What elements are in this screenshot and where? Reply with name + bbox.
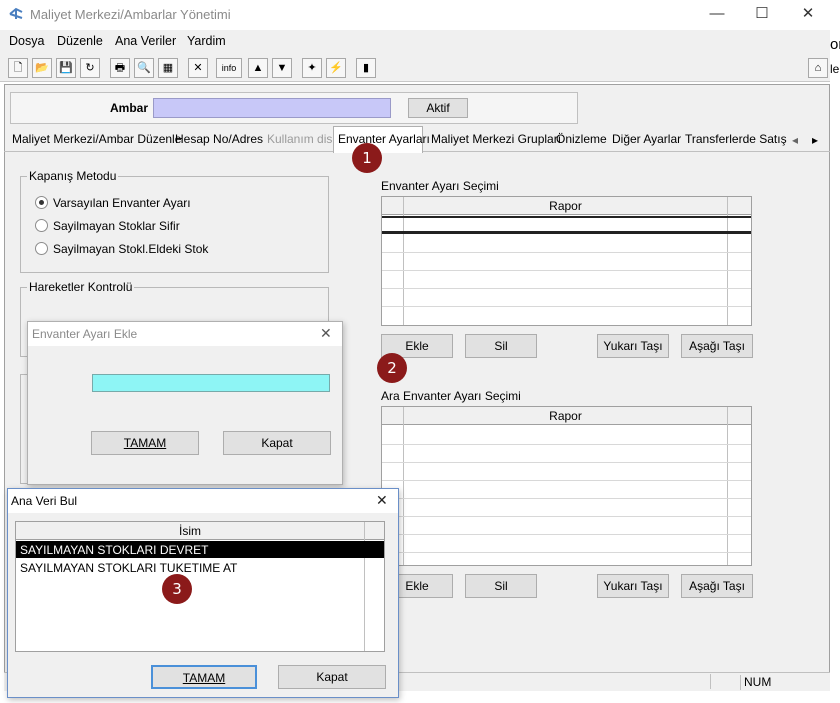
envanter-ayari-ekle-title: Envanter Ayarı Ekle [32,327,138,341]
chart-icon[interactable]: ▮ [356,58,376,78]
ara-envanter-secimi-label: Ara Envanter Ayarı Seçimi [381,389,521,403]
app-icon [8,6,24,22]
tab-diger-ayarlar[interactable]: Diğer Ayarlar [612,132,681,154]
menu-bar: Dosya Düzenle Ana Veriler Yardim [0,30,830,52]
ana-veri-bul-close-icon[interactable]: ✕ [376,492,388,509]
radio-sifir[interactable] [35,219,48,232]
envanter-ayari-input[interactable] [92,374,330,392]
save-icon[interactable]: 💾 [56,58,76,78]
excel-icon[interactable]: ▦ [158,58,178,78]
tab-onizleme[interactable]: Önizleme [556,132,607,154]
ana-veri-bul-tamam-button[interactable]: TAMAM [151,665,257,689]
down-icon[interactable]: ▼ [272,58,292,78]
tab-maliyet-merkezi-duzenle[interactable]: Maliyet Merkezi/Ambar Düzenle [12,132,181,154]
tab-kullanim-disi[interactable]: Kullanım disi [267,132,335,154]
maximize-button[interactable]: ☐ [742,4,782,26]
tab-transferlerde[interactable]: Transferlerde Satış Fi [685,132,788,154]
step-badge-3: 3 [162,574,192,604]
title-bar: Maliyet Merkezi/Ambarlar Yönetimi — ☐ ✕ [0,0,840,30]
status-num: NUM [740,675,780,690]
new-icon[interactable]: 🗋 [8,58,28,78]
envanter-sil-button[interactable]: Sil [465,334,537,358]
ambar-input[interactable] [153,98,391,118]
delete-icon[interactable]: ✕ [188,58,208,78]
ara-envanter-asagi-button[interactable]: Aşağı Taşı [681,574,753,598]
radio-varsayilan-label: Varsayılan Envanter Ayarı [53,196,191,210]
close-button[interactable]: ✕ [788,4,828,26]
minimize-button[interactable]: — [697,4,737,26]
up-icon[interactable]: ▲ [248,58,268,78]
step-badge-2: 2 [377,353,407,383]
ana-veri-bul-header: İsim [179,524,201,538]
radio-eldeki-stok-label: Sayilmayan Stokl.Eldeki Stok [53,242,209,256]
print-icon[interactable]: 🖶 [110,58,130,78]
menu-ana-veriler[interactable]: Ana Veriler [115,34,176,48]
ana-veri-bul-row-1[interactable]: SAYILMAYAN STOKLARI DEVRET [20,543,209,557]
window-title: Maliyet Merkezi/Ambarlar Yönetimi [30,7,231,22]
print-preview-icon[interactable]: 🔍 [134,58,154,78]
aktif-button[interactable]: Aktif [408,98,468,118]
tab-maliyet-merkezi-gruplari[interactable]: Maliyet Merkezi Grupları [431,132,561,154]
ambar-label: Ambar [110,101,149,115]
radio-eldeki-stok[interactable] [35,242,48,255]
home-icon[interactable]: ⌂ [808,58,828,78]
kapanis-legend: Kapanış Metodu [27,169,119,183]
envanter-ayari-tamam-button[interactable]: TAMAM [91,431,199,455]
tab-envanter-ayarlari[interactable]: Envanter Ayarları [338,132,430,154]
info-icon[interactable]: info [216,58,242,78]
wand-icon[interactable]: ✦ [302,58,322,78]
ara-envanter-grid-header: Rapor [549,409,582,423]
menu-duzenle[interactable]: Düzenle [57,34,103,48]
menu-yardim[interactable]: Yardim [187,34,226,48]
status-cell [710,674,740,689]
tab-scroll-right-icon[interactable]: ▸ [812,133,818,147]
tab-hesap-no[interactable]: Hesap No/Adres [175,132,263,154]
tab-scroll-left-icon[interactable]: ◂ [792,133,798,147]
envanter-grid-selected-row[interactable] [382,216,751,234]
ara-envanter-yukari-button[interactable]: Yukarı Taşı [597,574,669,598]
envanter-ayari-kapat-button[interactable]: Kapat [223,431,331,455]
hareketler-legend: Hareketler Kontrolü [27,280,135,294]
ana-veri-bul-list[interactable]: İsim SAYILMAYAN STOKLARI DEVRET SAYILMAY… [15,521,385,652]
ana-veri-bul-title: Ana Veri Bul [11,494,78,508]
toolbar: 🗋 📂 💾 ↻ 🖶 🔍 ▦ ✕ info ▲ ▼ ✦ ⚡ ▮ ⌂ le [0,52,839,82]
side-fragment: or [830,36,840,53]
ana-veri-bul-row-2[interactable]: SAYILMAYAN STOKLARI TUKETIME AT [20,561,237,575]
menu-dosya[interactable]: Dosya [9,34,44,48]
toolbar-right-fragment: le [830,62,840,76]
envanter-ayari-ekle-close-icon[interactable]: ✕ [320,325,332,342]
ara-envanter-grid[interactable]: Rapor [381,406,752,566]
lightning-icon[interactable]: ⚡ [326,58,346,78]
radio-sifir-label: Sayilmayan Stoklar Sifir [53,219,180,233]
envanter-secimi-label: Envanter Ayarı Seçimi [381,179,499,193]
open-icon[interactable]: 📂 [32,58,52,78]
envanter-grid-header: Rapor [549,199,582,213]
radio-varsayilan[interactable] [35,196,48,209]
envanter-grid[interactable]: Rapor [381,196,752,326]
ana-veri-bul-kapat-button[interactable]: Kapat [278,665,386,689]
envanter-asagi-button[interactable]: Aşağı Taşı [681,334,753,358]
envanter-yukari-button[interactable]: Yukarı Taşı [597,334,669,358]
ara-envanter-sil-button[interactable]: Sil [465,574,537,598]
step-badge-1: 1 [352,143,382,173]
refresh-icon[interactable]: ↻ [80,58,100,78]
